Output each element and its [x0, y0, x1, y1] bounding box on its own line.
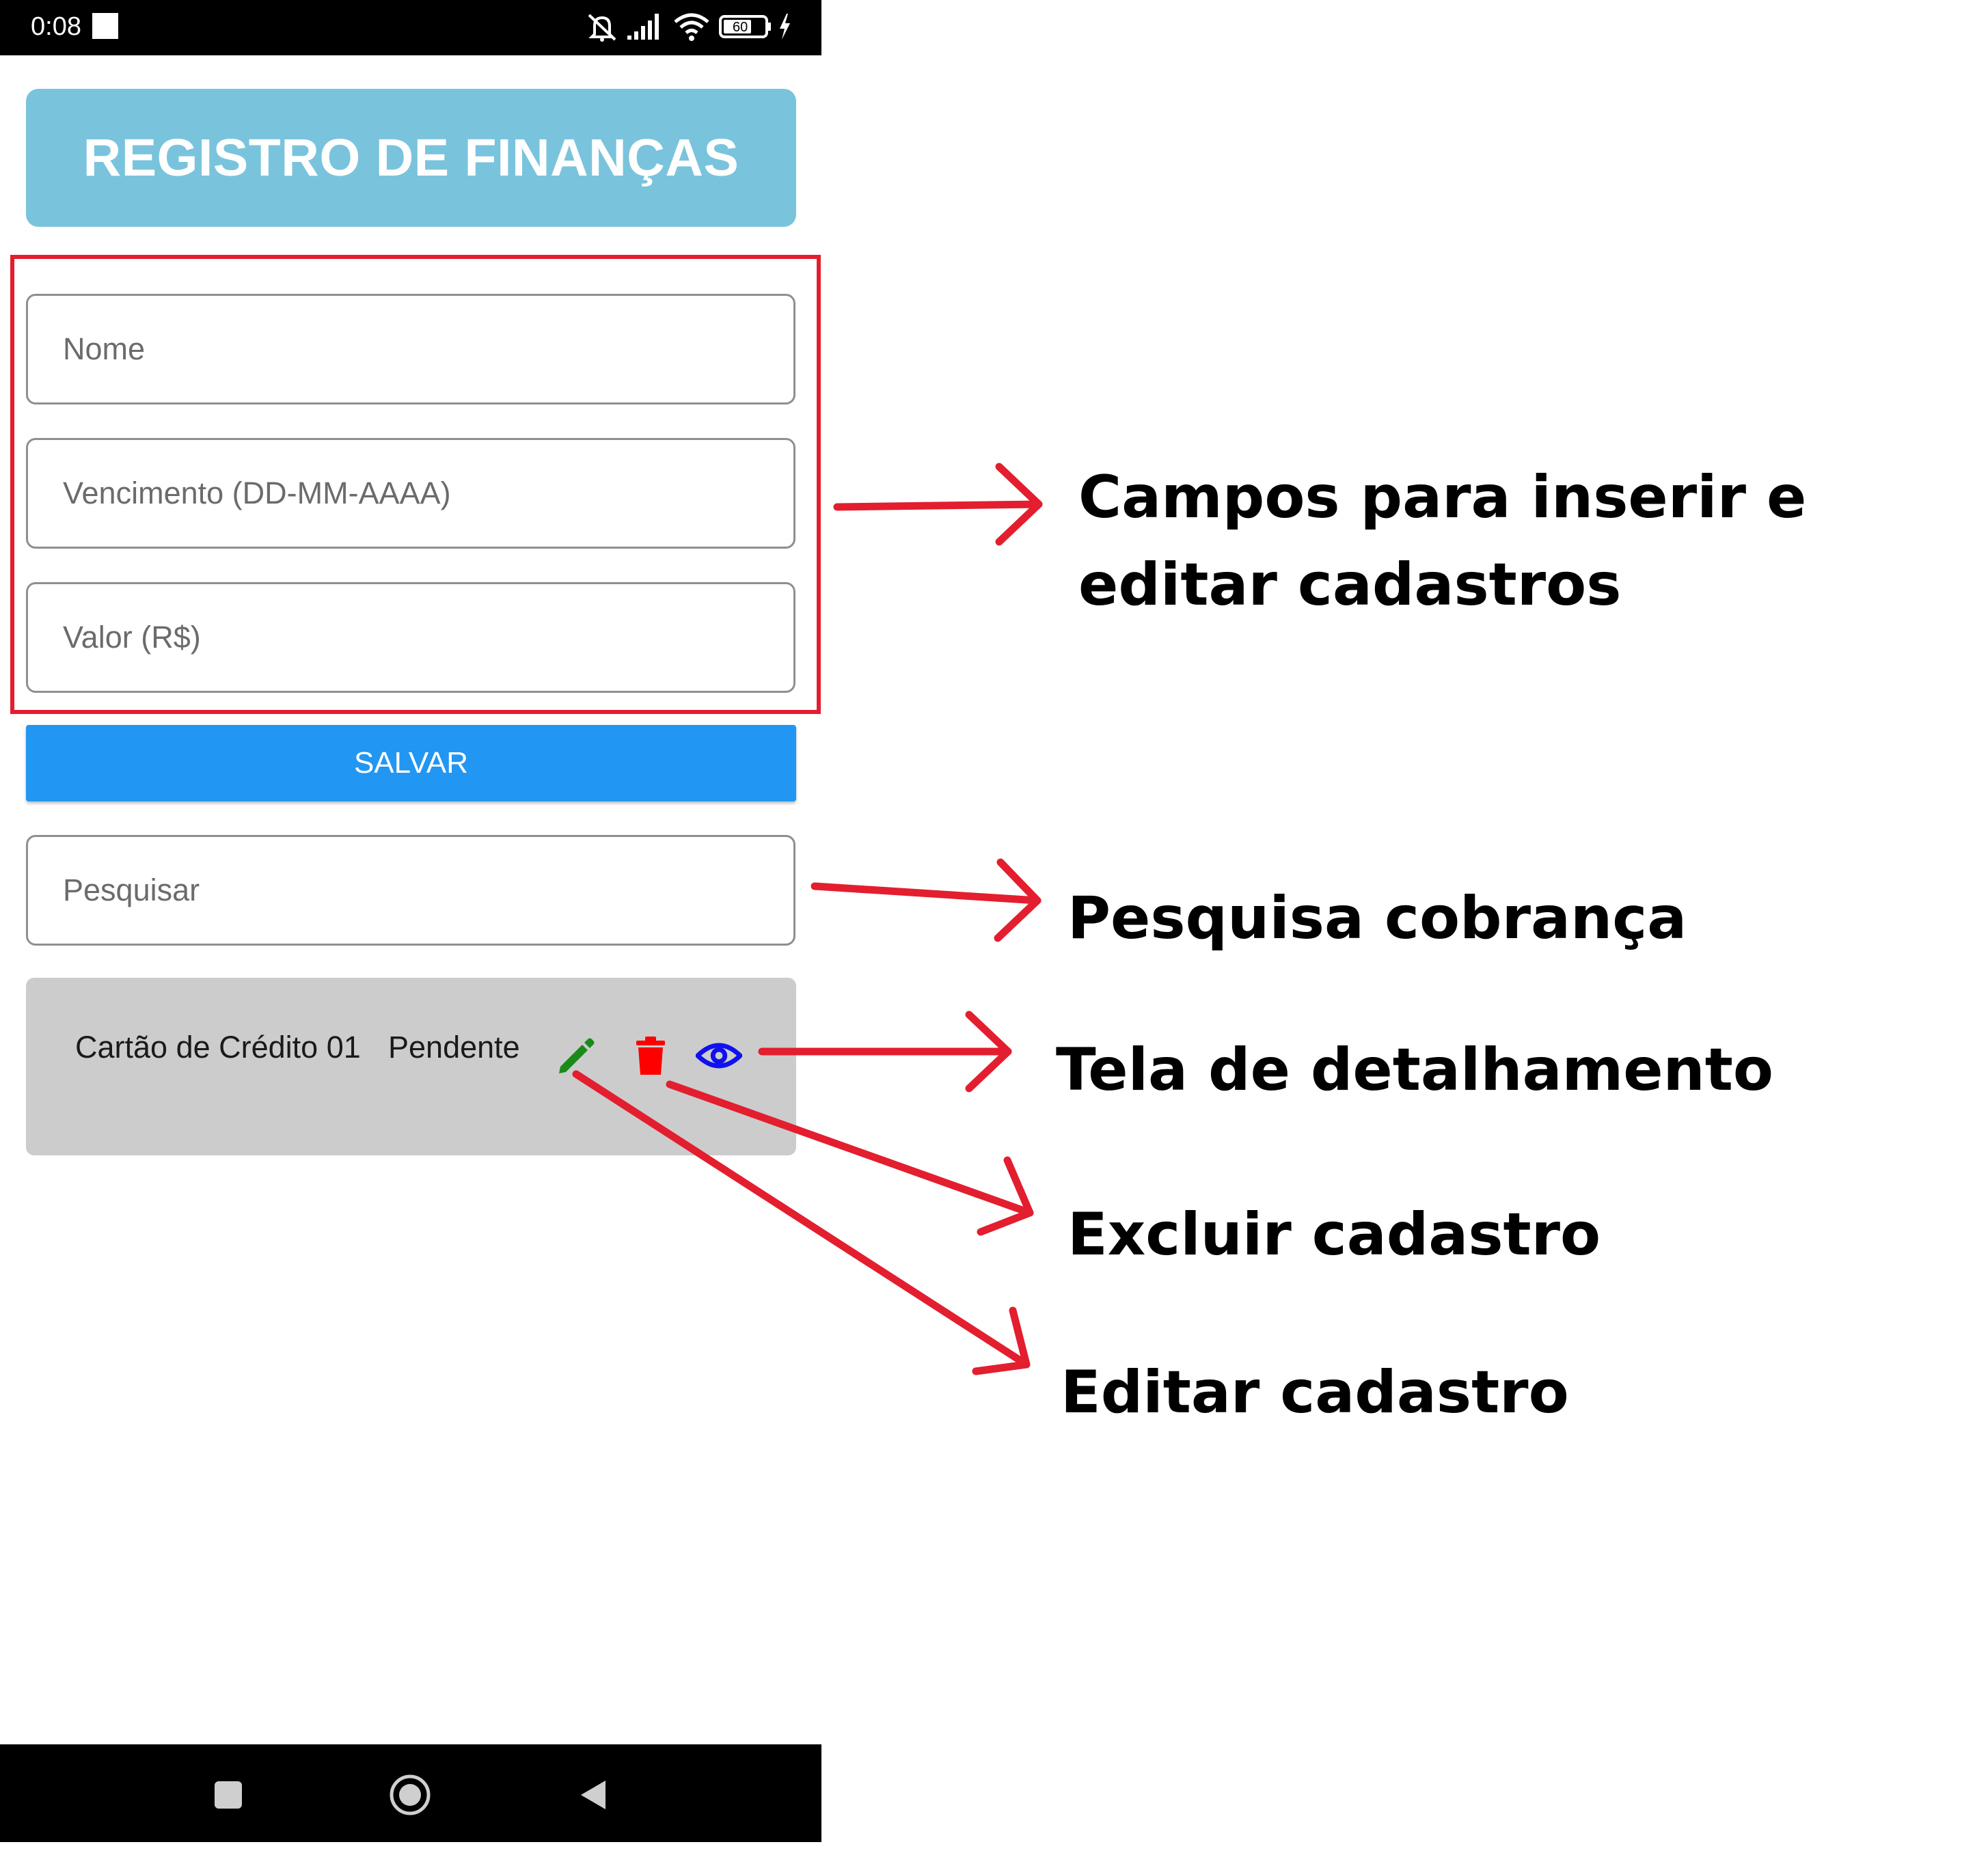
square-icon [215, 1781, 242, 1809]
wifi-icon [674, 13, 709, 41]
annotation-fields-line2: editar cadastros [1078, 551, 1622, 619]
edit-button[interactable] [552, 1032, 599, 1079]
app-header: REGISTRO DE FINANÇAS [26, 89, 796, 227]
back-triangle-icon [581, 1781, 605, 1809]
charging-icon [780, 14, 790, 40]
fields-highlight-box [10, 255, 821, 714]
battery-level: 60 [733, 20, 748, 35]
arrow-fields [833, 463, 1043, 546]
back-button[interactable] [571, 1773, 615, 1817]
recents-button[interactable] [206, 1773, 250, 1817]
trash-icon [636, 1037, 665, 1075]
search-input[interactable] [28, 837, 793, 944]
system-nav-bar [0, 1744, 821, 1842]
annotation-search: Pesquisa cobrança [1067, 884, 1687, 952]
signal-icon [627, 14, 659, 40]
annotation-delete: Excluir cadastro [1067, 1200, 1601, 1269]
status-time: 0:08 [31, 12, 81, 41]
annotation-detail: Tela de detalhamento [1056, 1036, 1773, 1104]
annotation-fields: Campos para inserir e editar cadastros [1078, 454, 1806, 629]
mute-icon [588, 14, 616, 42]
battery-icon: 60 [719, 15, 771, 38]
page-title: REGISTRO DE FINANÇAS [83, 128, 739, 187]
view-button[interactable] [696, 1032, 742, 1079]
item-name: Cartão de Crédito 01 [75, 1030, 361, 1065]
arrow-search [811, 858, 1041, 942]
annotation-fields-line1: Campos para inserir e [1078, 463, 1807, 532]
delete-button[interactable] [627, 1032, 674, 1079]
home-circle-icon [390, 1774, 431, 1815]
item-status: Pendente [388, 1030, 520, 1065]
pencil-icon [559, 1038, 595, 1073]
save-button[interactable]: SALVAR [26, 725, 796, 801]
notification-icon [92, 13, 118, 39]
annotation-edit: Editar cadastro [1061, 1358, 1569, 1427]
list-item: Cartão de Crédito 01 Pendente [26, 978, 796, 1155]
home-button[interactable] [388, 1773, 432, 1817]
status-bar: 0:08 60 [0, 0, 821, 55]
eye-icon [696, 1043, 742, 1069]
search-field[interactable] [26, 835, 795, 946]
